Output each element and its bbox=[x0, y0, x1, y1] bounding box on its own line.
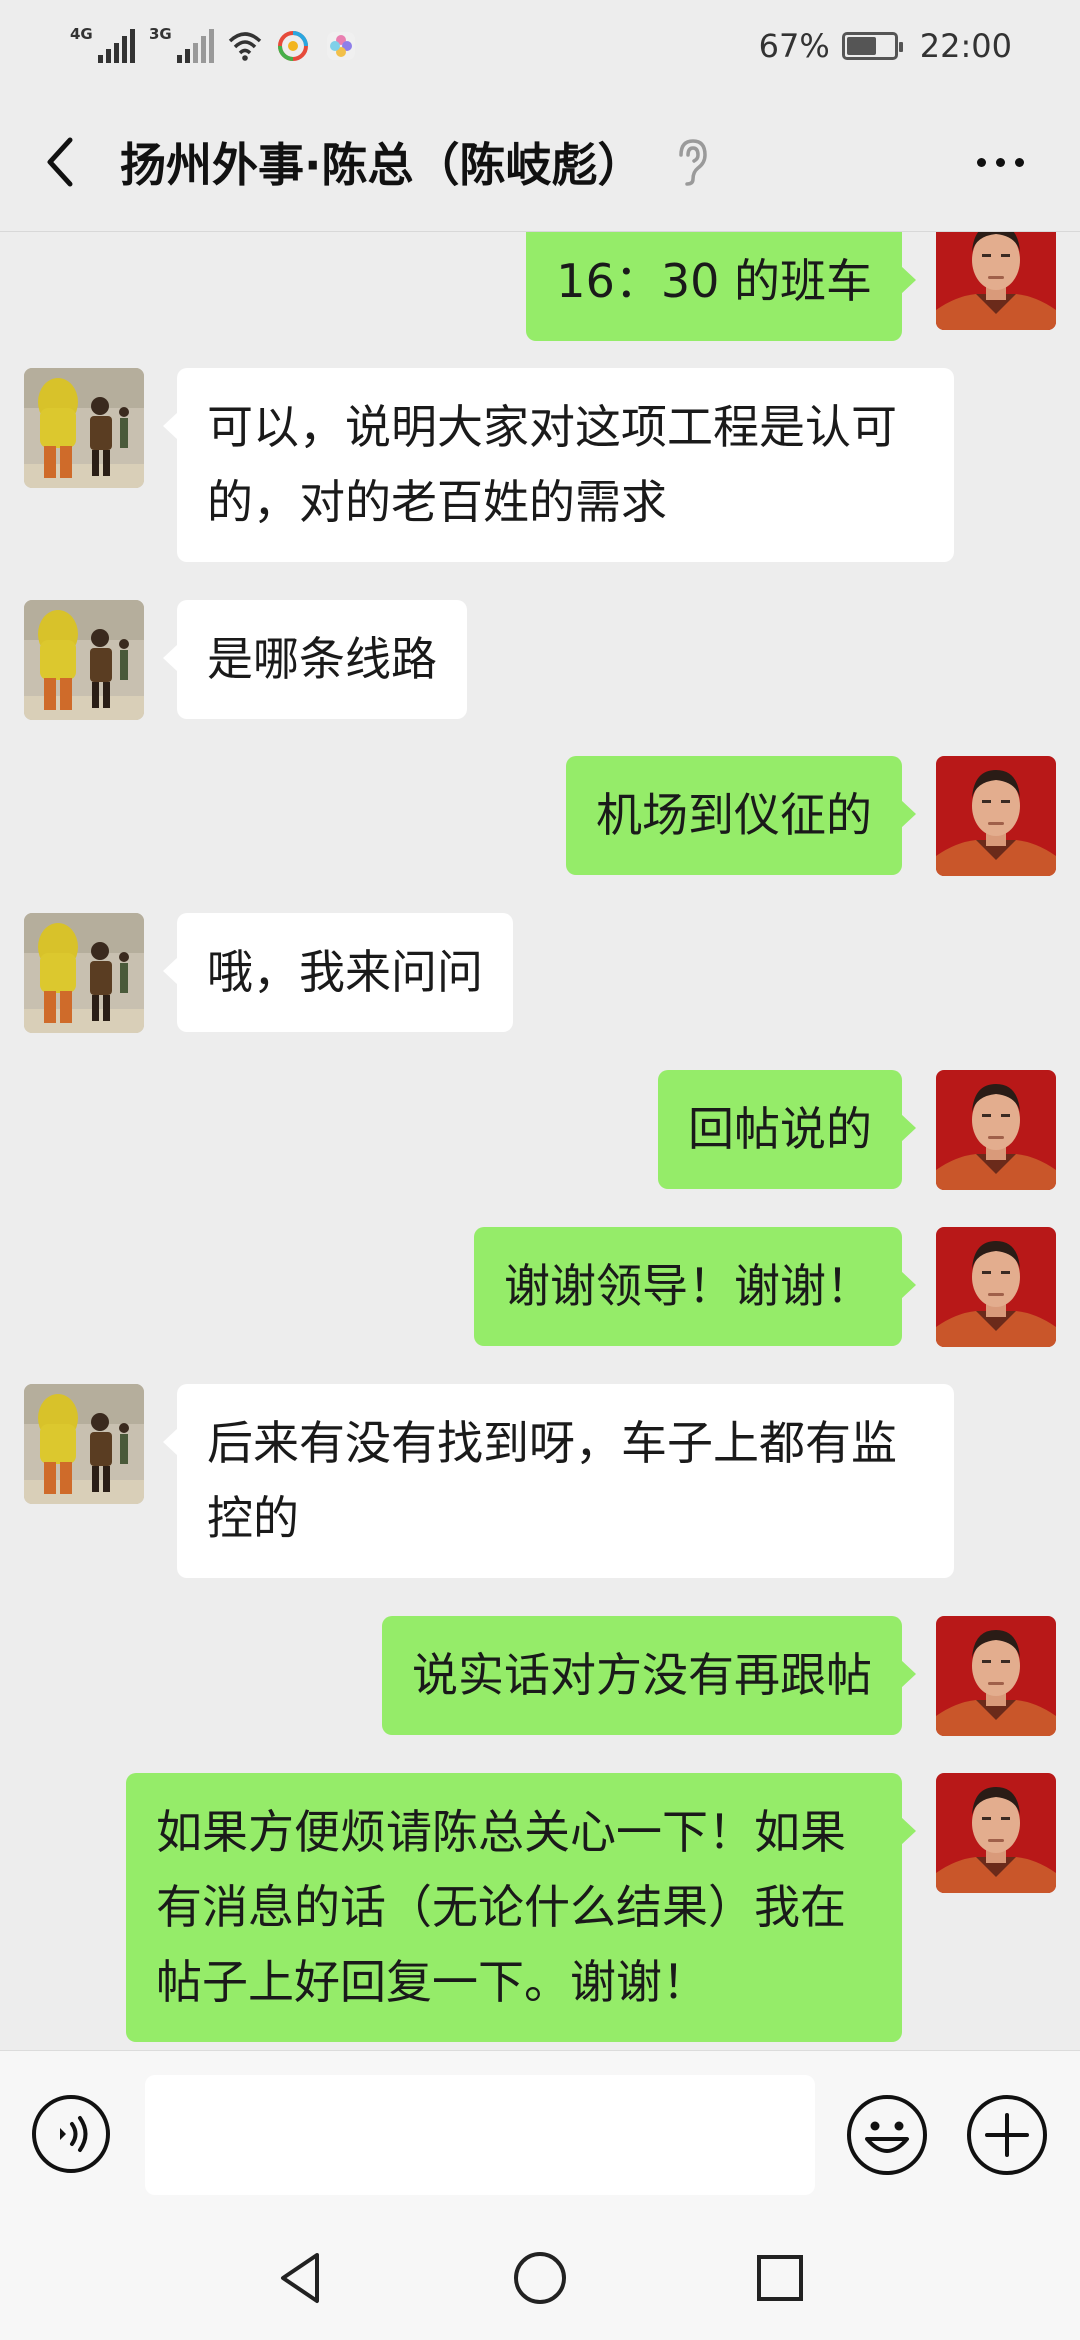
status-bar: 4G 3G 67% 22:00 bbox=[0, 0, 1080, 92]
battery-icon bbox=[841, 32, 903, 60]
network-4g-label: 4G bbox=[70, 25, 93, 43]
signal-4g-icon: 4G bbox=[70, 25, 135, 63]
voice-button[interactable] bbox=[30, 2093, 112, 2175]
clock: 22:00 bbox=[919, 27, 1012, 65]
message-bubble-incoming[interactable]: 哦，我来问问 bbox=[163, 913, 513, 1032]
contact-avatar[interactable] bbox=[24, 600, 144, 720]
my-avatar[interactable] bbox=[936, 1227, 1056, 1347]
nav-recents-button[interactable] bbox=[745, 2243, 815, 2313]
message-bubble-outgoing[interactable]: 如果方便烦请陈总关心一下！如果有消息的话（无论什么结果）我在帖子上好回复一下。谢… bbox=[126, 1773, 916, 2042]
contact-avatar[interactable] bbox=[24, 913, 144, 1033]
my-avatar[interactable] bbox=[936, 756, 1056, 876]
chat-title: 扬州外事·陈总（陈岐彪） bbox=[120, 137, 644, 192]
nav-home-button[interactable] bbox=[505, 2243, 575, 2313]
back-button[interactable] bbox=[0, 92, 120, 232]
message-bubble-incoming[interactable]: 后来有没有找到呀，车子上都有监控的 bbox=[163, 1384, 954, 1578]
my-avatar[interactable] bbox=[936, 1773, 1056, 1893]
network-3g-label: 3G bbox=[149, 25, 172, 43]
chat-header: 扬州外事·陈总（陈岐彪） bbox=[0, 92, 1080, 232]
earpiece-mode-button[interactable] bbox=[661, 132, 721, 192]
contact-avatar[interactable] bbox=[24, 1384, 144, 1504]
my-avatar[interactable] bbox=[936, 1616, 1056, 1736]
message-bubble-outgoing[interactable]: 谢谢领导！谢谢！ bbox=[474, 1227, 916, 1346]
contact-avatar[interactable] bbox=[24, 368, 144, 488]
chat-message-list[interactable]: 16：30 的班车 可以，说明大家对这项工程是认可的，对的老百姓的需求 是哪条线… bbox=[0, 232, 1080, 2050]
message-bubble-outgoing[interactable]: 回帖说的 bbox=[658, 1070, 916, 1189]
chevron-left-icon bbox=[47, 137, 73, 186]
my-avatar[interactable] bbox=[936, 1070, 1056, 1190]
system-nav-bar bbox=[0, 2215, 1080, 2340]
more-dots-icon bbox=[976, 157, 986, 167]
battery-percent: 67% bbox=[758, 27, 830, 65]
plus-button[interactable] bbox=[965, 2093, 1049, 2177]
status-left: 4G 3G bbox=[70, 25, 358, 63]
app-notification-icon bbox=[278, 31, 308, 61]
message-bubble-incoming[interactable]: 是哪条线路 bbox=[163, 600, 467, 719]
more-button[interactable] bbox=[960, 92, 1040, 232]
message-input[interactable] bbox=[145, 2075, 815, 2195]
message-bubble-outgoing[interactable]: 说实话对方没有再跟帖 bbox=[382, 1616, 916, 1735]
message-bubble-outgoing[interactable]: 16：30 的班车 bbox=[526, 232, 916, 341]
my-avatar[interactable] bbox=[936, 232, 1056, 330]
input-bar bbox=[0, 2050, 1080, 2215]
app-flower-icon bbox=[327, 32, 355, 60]
signal-3g-icon: 3G bbox=[149, 25, 214, 63]
ear-icon bbox=[679, 138, 708, 186]
status-right: 67% 22:00 bbox=[759, 27, 1012, 65]
nav-back-button[interactable] bbox=[265, 2243, 335, 2313]
wifi-icon bbox=[228, 32, 262, 61]
emoji-button[interactable] bbox=[845, 2093, 929, 2177]
message-bubble-outgoing[interactable]: 机场到仪征的 bbox=[566, 756, 916, 875]
message-bubble-incoming[interactable]: 可以，说明大家对这项工程是认可的，对的老百姓的需求 bbox=[163, 368, 954, 562]
